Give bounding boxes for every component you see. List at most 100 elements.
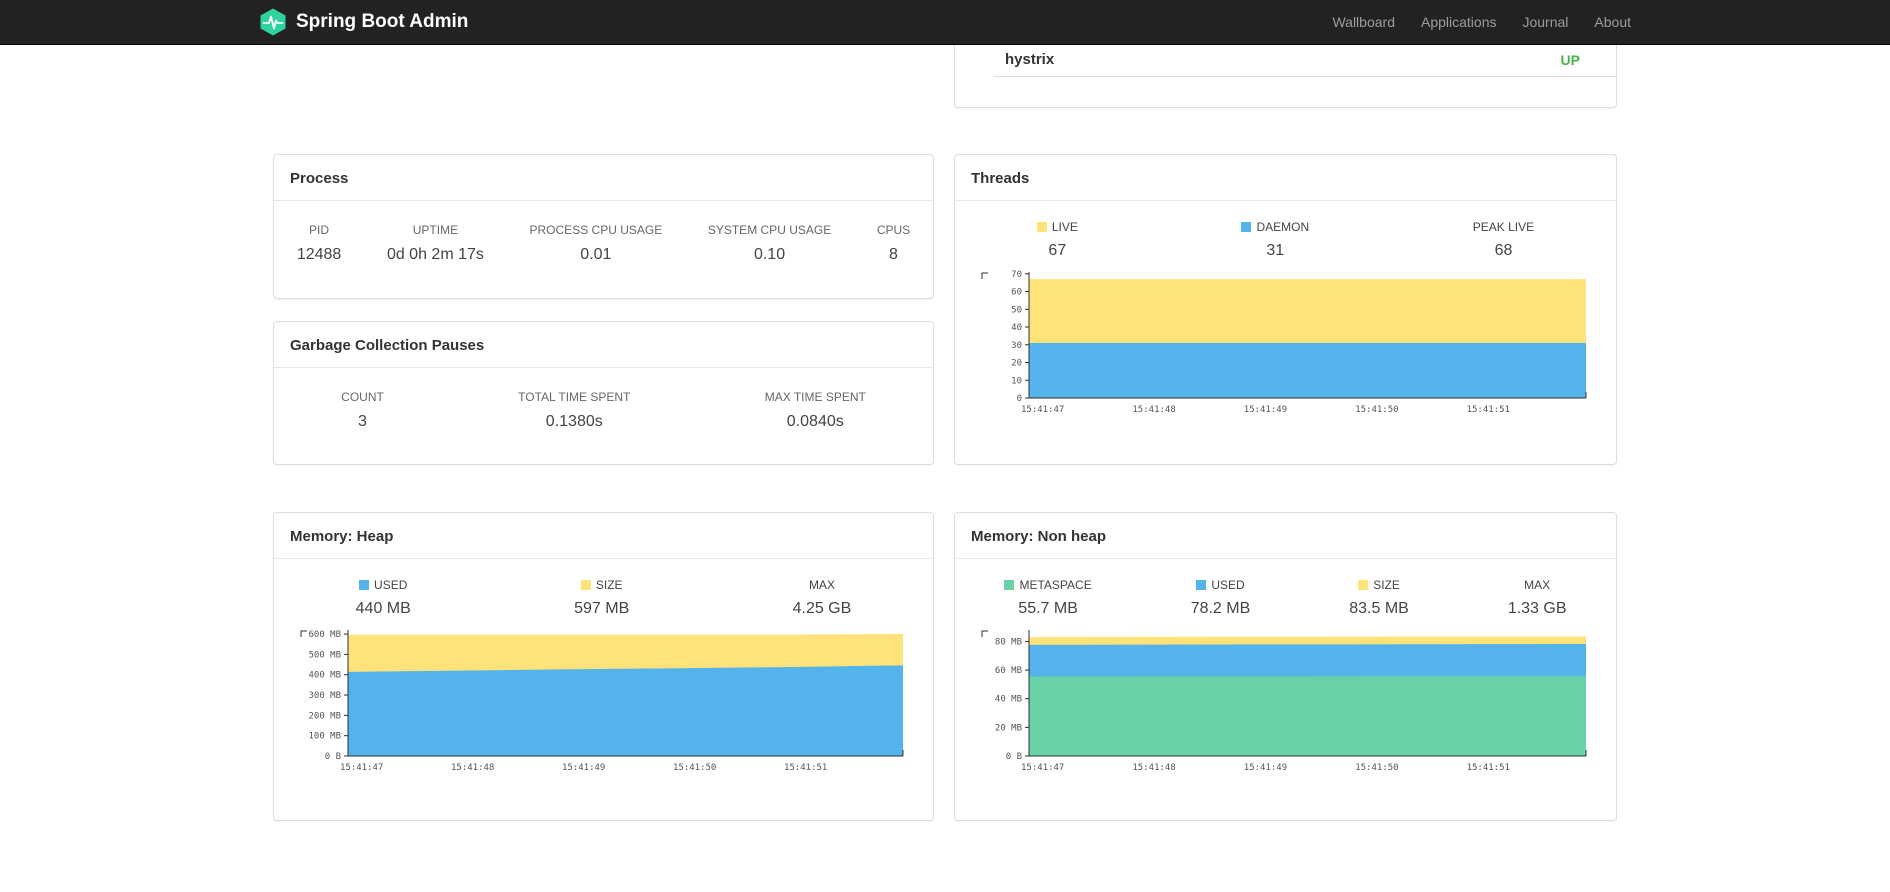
memory-nonheap-chart: 0 B 20 MB 40 MB 60 MB 80 MB 15:41:47 15:41:48 1… — [981, 625, 1588, 775]
svg-text:15:41:47: 15:41:47 — [1021, 763, 1064, 773]
metric-value: 0.0840s — [786, 413, 844, 430]
svg-text:70: 70 — [1011, 270, 1022, 280]
svg-text:10: 10 — [1011, 376, 1022, 386]
legend-swatch-size — [580, 580, 591, 590]
metric-label: CPUS — [876, 223, 911, 237]
svg-text:15:41:49: 15:41:49 — [1244, 763, 1287, 773]
metric-cpus: CPUS 8 — [877, 223, 910, 264]
metric-gc-total-time: TOTAL TIME SPENT 0.1380s — [518, 390, 630, 431]
svg-text:80 MB: 80 MB — [995, 637, 1022, 647]
legend-label: MAX — [808, 578, 835, 592]
legend-swatch-size — [1358, 580, 1369, 590]
gc-metrics: COUNT 3 TOTAL TIME SPENT 0.1380s MAX TIM… — [274, 368, 933, 431]
legend-max: MAX 1.33 GB — [1508, 578, 1567, 618]
metric-label: SYSTEM CPU USAGE — [707, 223, 832, 237]
legend-label: USED — [374, 578, 408, 592]
main-content: Process PID 12488 UPTIME 0d 0h 2m 17s PR… — [273, 45, 1617, 821]
svg-text:20 MB: 20 MB — [995, 723, 1022, 733]
metric-value: 0.1380s — [545, 413, 603, 430]
memory-nonheap-legend: METASPACE 55.7 MB USED 78.2 MB SIZE 83.5… — [955, 559, 1616, 618]
legend-value: 1.33 GB — [1507, 600, 1567, 617]
threads-panel: Threads LIVE 67 DAEMON 31 PEAK LIVE 68 0… — [954, 154, 1617, 465]
svg-text:15:41:51: 15:41:51 — [1467, 405, 1510, 415]
svg-text:100 MB: 100 MB — [308, 732, 341, 742]
metric-label: PROCESS CPU USAGE — [529, 223, 663, 237]
brand-link[interactable]: Spring Boot Admin — [259, 8, 468, 36]
svg-text:20: 20 — [1011, 359, 1022, 369]
legend-label: LIVE — [1051, 220, 1078, 234]
legend-swatch-daemon — [1241, 222, 1252, 232]
metric-pid: PID 12488 — [297, 223, 342, 264]
svg-text:15:41:48: 15:41:48 — [1132, 763, 1175, 773]
svg-text:0 B: 0 B — [1006, 752, 1022, 762]
legend-used: USED 78.2 MB — [1191, 578, 1251, 618]
svg-text:15:41:49: 15:41:49 — [1244, 405, 1287, 415]
legend-value: 31 — [1266, 242, 1285, 259]
memory-heap-panel: Memory: Heap USED 440 MB SIZE 597 MB MAX… — [273, 512, 934, 821]
metric-uptime: UPTIME 0d 0h 2m 17s — [387, 223, 484, 264]
process-panel-title: Process — [274, 155, 933, 201]
metric-value: 0.01 — [580, 246, 612, 263]
legend-metaspace: METASPACE 55.7 MB — [1004, 578, 1092, 618]
nav-wallboard[interactable]: Wallboard — [1319, 14, 1408, 30]
metric-label: UPTIME — [412, 223, 459, 237]
legend-label: METASPACE — [1019, 578, 1092, 592]
legend-value: 67 — [1048, 242, 1067, 259]
metric-value: 3 — [358, 413, 367, 430]
svg-text:15:41:50: 15:41:50 — [1355, 763, 1398, 773]
metric-label: PID — [309, 223, 330, 237]
legend-swatch-live — [1036, 222, 1047, 232]
legend-swatch-used — [1196, 580, 1207, 590]
svg-text:300 MB: 300 MB — [308, 691, 341, 701]
nav-journal[interactable]: Journal — [1509, 14, 1581, 30]
legend-label: USED — [1211, 578, 1245, 592]
nav-applications[interactable]: Applications — [1408, 14, 1510, 30]
svg-text:600 MB: 600 MB — [308, 630, 341, 640]
svg-text:15:41:47: 15:41:47 — [1021, 405, 1064, 415]
brand-title: Spring Boot Admin — [296, 11, 469, 32]
health-panel: hystrix UP — [954, 45, 1617, 108]
metric-value: 12488 — [296, 246, 342, 263]
nav-about[interactable]: About — [1581, 14, 1631, 30]
legend-label: PEAK LIVE — [1472, 220, 1535, 234]
gc-panel-title: Garbage Collection Pauses — [274, 322, 933, 368]
svg-text:30: 30 — [1011, 341, 1022, 351]
legend-label: SIZE — [595, 578, 623, 592]
svg-text:60: 60 — [1011, 288, 1022, 298]
legend-label: SIZE — [1373, 578, 1400, 592]
threads-legend: LIVE 67 DAEMON 31 PEAK LIVE 68 — [955, 201, 1616, 260]
memory-heap-panel-title: Memory: Heap — [274, 513, 933, 559]
legend-label: DAEMON — [1256, 220, 1310, 234]
svg-text:15:41:49: 15:41:49 — [562, 763, 605, 773]
process-metrics: PID 12488 UPTIME 0d 0h 2m 17s PROCESS CP… — [274, 201, 933, 264]
svg-text:0 B: 0 B — [325, 752, 341, 762]
health-indicator-name: hystrix — [1005, 51, 1055, 68]
navbar-menu: Wallboard Applications Journal About — [1319, 14, 1631, 30]
metric-value: 8 — [889, 246, 898, 263]
health-row-hystrix: hystrix UP — [994, 45, 1616, 77]
threads-panel-title: Threads — [955, 155, 1616, 201]
legend-value: 68 — [1494, 242, 1513, 259]
memory-heap-chart: 0 B 100 MB 200 MB 300 MB 400 MB 500 MB 600 MB 1… — [300, 625, 905, 775]
svg-text:40: 40 — [1011, 323, 1022, 333]
svg-text:15:41:47: 15:41:47 — [340, 763, 383, 773]
svg-text:400 MB: 400 MB — [308, 671, 341, 681]
gc-panel: Garbage Collection Pauses COUNT 3 TOTAL … — [273, 321, 934, 465]
legend-value: 55.7 MB — [1018, 600, 1078, 617]
svg-text:40 MB: 40 MB — [995, 695, 1022, 705]
legend-peak-live: PEAK LIVE 68 — [1473, 220, 1534, 260]
svg-text:60 MB: 60 MB — [995, 666, 1022, 676]
legend-daemon: DAEMON 31 — [1241, 220, 1309, 260]
process-panel: Process PID 12488 UPTIME 0d 0h 2m 17s PR… — [273, 154, 934, 299]
navbar-inner: Spring Boot Admin Wallboard Applications… — [259, 8, 1631, 36]
legend-value: 83.5 MB — [1349, 600, 1409, 617]
svg-text:200 MB: 200 MB — [308, 711, 341, 721]
threads-chart: 0 10 20 30 40 50 60 70 15:41:47 15:41:48 15:41:49 1… — [981, 267, 1588, 417]
legend-size: SIZE 597 MB — [574, 578, 629, 618]
legend-value: 78.2 MB — [1190, 600, 1251, 617]
legend-max: MAX 4.25 GB — [793, 578, 852, 618]
metric-gc-count: COUNT 3 — [341, 390, 384, 431]
memory-heap-legend: USED 440 MB SIZE 597 MB MAX 4.25 GB — [274, 559, 933, 618]
metric-value: 0d 0h 2m 17s — [386, 246, 484, 263]
legend-live: LIVE 67 — [1036, 220, 1078, 260]
